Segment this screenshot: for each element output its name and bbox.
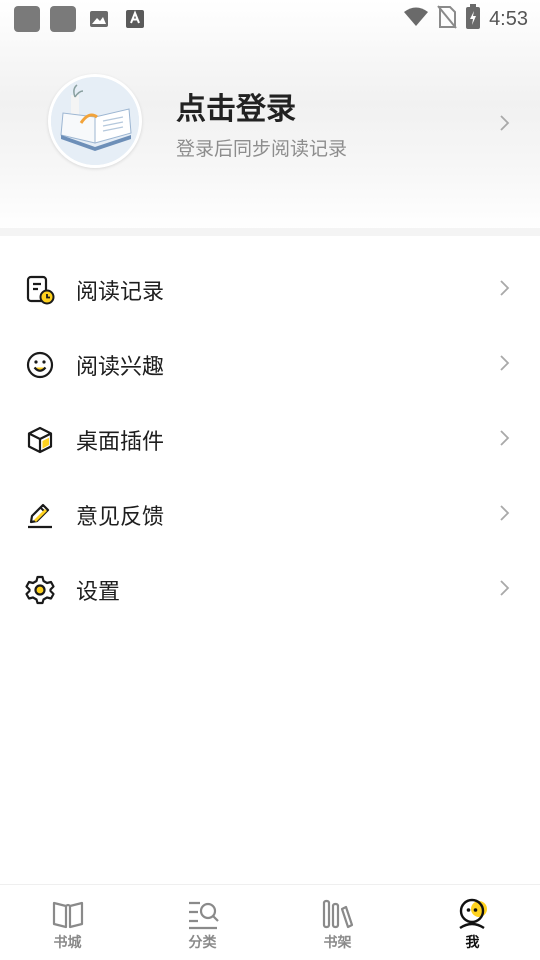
chevron-right-icon [498,429,510,451]
profile-face-icon [456,897,490,931]
bookshelf-icon [321,897,355,931]
no-sim-icon [437,5,457,33]
app-notification-icon [14,6,40,32]
menu-item-label: 阅读兴趣 [76,354,165,380]
category-search-icon [186,897,220,931]
reading-history-icon [24,274,56,306]
menu-item-settings[interactable]: 设置 [0,552,540,627]
chevron-right-icon [498,504,510,526]
smiley-icon [24,349,56,381]
pencil-icon [24,499,56,531]
menu-item-reading-history[interactable]: 阅读记录 [0,252,540,327]
battery-charging-icon [465,4,481,34]
menu-item-label: 设置 [76,579,121,605]
menu-list: 阅读记录 阅读兴趣 桌面插件 意见反馈 设置 [0,252,540,627]
tab-label: 分类 [188,935,217,951]
chevron-right-icon [498,579,510,601]
login-subtitle: 登录后同步阅读记录 [176,138,348,160]
chevron-right-icon [498,279,510,301]
tab-label: 我 [465,935,480,951]
wifi-icon [403,6,429,32]
menu-item-label: 桌面插件 [76,429,165,455]
open-book-avatar-icon [51,77,139,165]
status-left-icons [14,6,148,32]
text-a-icon [122,6,148,32]
tab-me[interactable]: 我 [405,885,540,960]
menu-item-feedback[interactable]: 意见反馈 [0,477,540,552]
section-divider [0,228,540,236]
status-time: 4:53 [489,7,528,30]
tab-label: 书架 [323,935,352,951]
tab-category[interactable]: 分类 [135,885,270,960]
menu-item-reading-interest[interactable]: 阅读兴趣 [0,327,540,402]
login-title[interactable]: 点击登录 [176,84,296,128]
menu-item-label: 阅读记录 [76,279,165,305]
tab-bookstore[interactable]: 书城 [0,885,135,960]
image-icon [86,6,112,32]
chevron-right-icon[interactable] [498,114,510,136]
bottom-navigation: 书城 分类 书架 我 [0,884,540,960]
menu-item-desktop-widget[interactable]: 桌面插件 [0,402,540,477]
tab-label: 书城 [53,935,82,951]
avatar[interactable] [48,74,142,168]
status-bar: 4:53 [0,0,540,38]
menu-item-label: 意见反馈 [76,504,165,530]
tab-bookshelf[interactable]: 书架 [270,885,405,960]
app-notification-icon [50,6,76,32]
cube-icon [24,424,56,456]
chevron-right-icon [498,354,510,376]
gear-icon [24,574,56,606]
login-card[interactable]: 点击登录 登录后同步阅读记录 [0,70,540,175]
open-book-icon [51,897,85,931]
status-right-icons: 4:53 [403,4,528,34]
